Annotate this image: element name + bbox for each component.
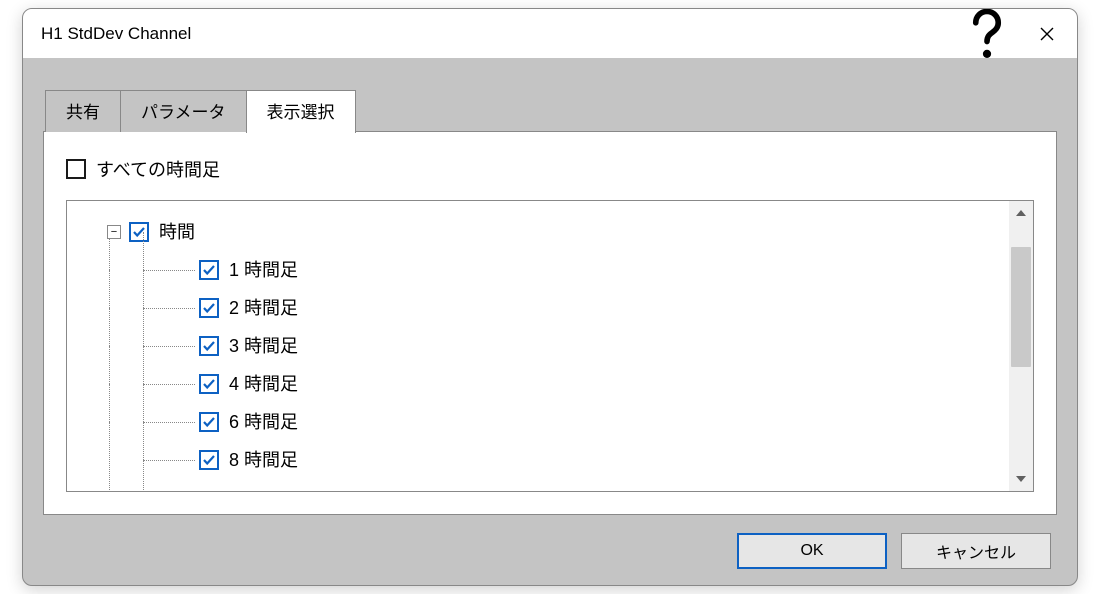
all-timeframes-row: すべての時間足 xyxy=(66,156,1034,182)
check-icon xyxy=(202,263,216,277)
tree-item-checkbox[interactable] xyxy=(199,374,219,394)
dialog-body: 共有 パラメータ 表示選択 すべての時間足 − xyxy=(23,59,1077,585)
tab-parameters[interactable]: パラメータ xyxy=(120,90,247,132)
tab-bar: 共有 パラメータ 表示選択 xyxy=(43,89,1057,132)
check-icon xyxy=(202,377,216,391)
all-timeframes-checkbox[interactable] xyxy=(66,159,86,179)
check-icon xyxy=(202,339,216,353)
tab-display-select[interactable]: 表示選択 xyxy=(246,90,356,133)
tree-item: 2 時間足 xyxy=(143,289,1025,327)
cancel-button[interactable]: キャンセル xyxy=(901,533,1051,569)
tree-item: 6 時間足 xyxy=(143,403,1025,441)
tree-item-checkbox[interactable] xyxy=(199,260,219,280)
tree-item-label: 6 時間足 xyxy=(229,413,298,431)
close-icon xyxy=(1039,26,1055,42)
scrollbar-thumb[interactable] xyxy=(1011,247,1031,367)
chevron-up-icon xyxy=(1016,210,1026,216)
check-icon xyxy=(202,415,216,429)
tree-item-label: 2 時間足 xyxy=(229,299,298,317)
expand-collapse-button[interactable]: − xyxy=(107,225,121,239)
tree-item-label: 8 時間足 xyxy=(229,451,298,469)
tab-panel: すべての時間足 − 時間 xyxy=(43,131,1057,515)
chevron-down-icon xyxy=(1016,476,1026,482)
titlebar: H1 StdDev Channel xyxy=(23,9,1077,59)
tree-connector xyxy=(91,213,107,251)
scroll-down-button[interactable] xyxy=(1009,467,1033,491)
tree-connector xyxy=(143,441,199,479)
tree-item: 3 時間足 xyxy=(143,327,1025,365)
tree-connector xyxy=(109,422,110,492)
tree-parent-row: − 時間 xyxy=(91,213,1025,251)
tree-item-checkbox[interactable] xyxy=(199,336,219,356)
all-timeframes-label: すべての時間足 xyxy=(96,156,220,182)
check-icon xyxy=(202,453,216,467)
scrollbar-track[interactable] xyxy=(1009,225,1033,467)
tab-share[interactable]: 共有 xyxy=(45,90,121,132)
close-button[interactable] xyxy=(1017,9,1077,59)
dialog-footer: OK キャンセル xyxy=(43,515,1057,569)
dialog-window: H1 StdDev Channel 共有 パラメータ 表示選択 すべての時間足 xyxy=(22,8,1078,586)
tree-connector xyxy=(143,289,199,327)
scrollbar[interactable] xyxy=(1009,201,1033,491)
tree-item-label: 1 時間足 xyxy=(229,261,298,279)
help-icon xyxy=(957,8,1017,64)
tree-item-label: 3 時間足 xyxy=(229,337,298,355)
timeframe-tree-container: − 時間 1 時間足 xyxy=(66,200,1034,492)
window-title: H1 StdDev Channel xyxy=(41,24,957,44)
scroll-up-button[interactable] xyxy=(1009,201,1033,225)
tree-item-label: 4 時間足 xyxy=(229,375,298,393)
tree-connector xyxy=(143,403,199,441)
help-button[interactable] xyxy=(957,9,1017,59)
tree-item-checkbox[interactable] xyxy=(199,298,219,318)
tree-connector xyxy=(143,327,199,365)
tree-parent-label: 時間 xyxy=(159,223,195,241)
tree-connector xyxy=(143,365,199,403)
tree-item: 1 時間足 xyxy=(143,251,1025,289)
tree-item-checkbox[interactable] xyxy=(199,412,219,432)
tree-connector xyxy=(143,251,199,289)
tree-item: 8 時間足 xyxy=(143,441,1025,479)
check-icon xyxy=(202,301,216,315)
tree-item: 4 時間足 xyxy=(143,365,1025,403)
tree-item-checkbox[interactable] xyxy=(199,450,219,470)
tree-parent-checkbox[interactable] xyxy=(129,222,149,242)
ok-button[interactable]: OK xyxy=(737,533,887,569)
timeframe-tree: − 時間 1 時間足 xyxy=(67,201,1033,487)
